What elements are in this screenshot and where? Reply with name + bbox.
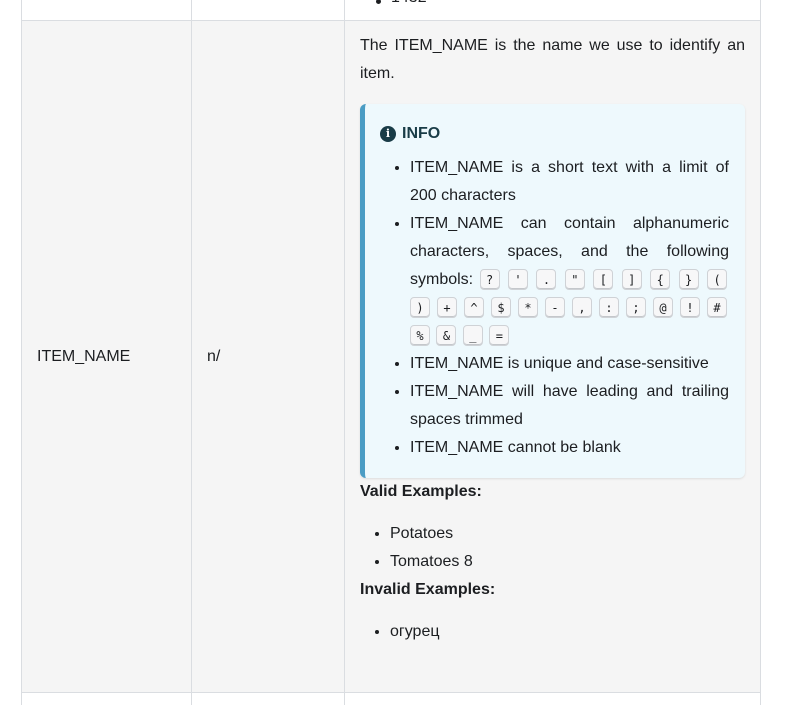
column-divider xyxy=(191,0,192,705)
field-description-cell: The ITEM_NAME is the name we use to iden… xyxy=(360,32,745,646)
valid-examples-list: Potatoes Tomatoes 8 xyxy=(360,520,745,576)
symbol-key: ( xyxy=(707,269,728,291)
list-item: ITEM_NAME will have leading and trailing… xyxy=(410,378,729,434)
valid-examples-heading: Valid Examples: xyxy=(360,483,482,500)
symbol-key: ] xyxy=(621,269,642,291)
symbol-key: ; xyxy=(626,297,646,319)
column-divider xyxy=(344,0,345,705)
symbol-key: . xyxy=(536,269,557,291)
symbol-key: { xyxy=(650,269,671,291)
field-length-cell: n/ xyxy=(207,348,221,365)
row-divider xyxy=(21,692,761,693)
admonition-title: INFO xyxy=(402,125,441,142)
field-name-cell: ITEM_NAME xyxy=(37,348,131,365)
symbol-key: " xyxy=(564,269,585,291)
symbol-key: & xyxy=(436,325,457,347)
column-divider xyxy=(21,0,22,705)
invalid-examples-list: огурец xyxy=(360,618,745,646)
info-list: ITEM_NAME is a short text with a limit o… xyxy=(380,154,729,462)
row-divider xyxy=(21,20,761,21)
list-item: Tomatoes 8 xyxy=(390,548,745,576)
previous-row-text: 1432 xyxy=(391,0,427,8)
symbol-key: $ xyxy=(491,297,511,319)
symbol-key: ) xyxy=(410,297,430,319)
symbol-key: } xyxy=(678,269,699,291)
bullet xyxy=(376,0,381,4)
symbol-key: + xyxy=(437,297,457,319)
invalid-examples-heading: Invalid Examples: xyxy=(360,581,496,598)
column-divider xyxy=(760,0,761,705)
symbol-key: ^ xyxy=(464,297,484,319)
list-item: огурец xyxy=(390,618,745,646)
description-intro: The ITEM_NAME is the name we use to iden… xyxy=(360,37,745,82)
list-item: ITEM_NAME cannot be blank xyxy=(410,434,729,462)
list-item: ITEM_NAME is a short text with a limit o… xyxy=(410,154,729,210)
symbol-key: * xyxy=(518,297,538,319)
symbol-key: : xyxy=(599,297,619,319)
symbol-key: # xyxy=(707,297,727,319)
field-table: 1432 ITEM_NAME n/ The ITEM_NAME is the n… xyxy=(21,0,761,705)
symbol-key: - xyxy=(545,297,565,319)
admonition-heading: i INFO xyxy=(380,122,729,146)
info-icon: i xyxy=(380,126,396,142)
symbol-key: , xyxy=(572,297,592,319)
symbol-key: ' xyxy=(508,269,528,291)
list-item: ITEM_NAME can contain alphanumeric chara… xyxy=(410,210,729,350)
list-item: Potatoes xyxy=(390,520,745,548)
list-item: ITEM_NAME is unique and case-sensitive xyxy=(410,350,729,378)
info-admonition: i INFO ITEM_NAME is a short text with a … xyxy=(360,104,745,478)
symbol-key: % xyxy=(410,325,430,347)
symbol-key: [ xyxy=(593,269,614,291)
symbol-key: ! xyxy=(680,297,700,319)
symbol-key: ? xyxy=(479,269,500,291)
symbol-key: @ xyxy=(653,297,673,319)
symbol-key: _ xyxy=(462,325,483,347)
symbol-key: = xyxy=(489,325,510,347)
